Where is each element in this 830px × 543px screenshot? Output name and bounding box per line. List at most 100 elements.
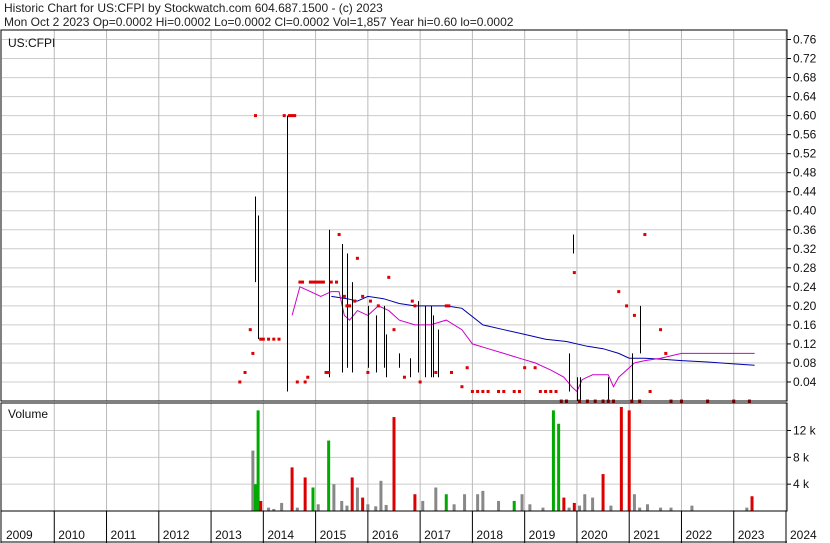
x-tick-label: 2014	[267, 528, 294, 542]
volume-bar	[512, 500, 516, 511]
x-tick-label: 2009	[6, 528, 33, 542]
volume-bar	[340, 500, 344, 511]
price-point	[319, 280, 323, 284]
x-tick-label: 2024	[790, 528, 817, 542]
price-point	[460, 385, 464, 389]
price-point	[549, 389, 553, 393]
price-y-tick-label: 0.60	[793, 109, 817, 123]
x-tick-label: 2016	[372, 528, 399, 542]
volume-bar	[413, 494, 417, 511]
price-panel-grid	[2, 39, 791, 383]
price-point	[368, 299, 372, 303]
price-point	[418, 380, 422, 384]
price-point	[625, 304, 629, 308]
x-tick-label: 2019	[529, 528, 556, 542]
price-point	[290, 114, 294, 118]
volume-bar	[578, 505, 582, 511]
price-point	[345, 304, 349, 308]
x-tick-label: 2020	[581, 528, 608, 542]
volume-bar	[583, 494, 587, 511]
volume-bar	[481, 490, 485, 511]
price-point	[327, 370, 331, 374]
price-point	[337, 233, 341, 237]
x-tick-label: 2018	[476, 528, 503, 542]
price-point	[272, 337, 276, 341]
price-point	[410, 299, 414, 303]
price-point	[392, 328, 396, 332]
volume-bar	[669, 507, 673, 511]
volume-bar	[444, 494, 448, 511]
price-point	[293, 114, 297, 118]
price-point	[470, 389, 474, 393]
volume-bar	[267, 507, 271, 511]
volume-bar	[350, 477, 354, 511]
volume-bar	[497, 500, 501, 511]
volume-bar	[627, 410, 631, 511]
volume-bar	[361, 497, 365, 511]
price-point	[486, 389, 490, 393]
volume-bar	[659, 507, 663, 511]
volume-bar	[311, 487, 315, 511]
volume-bar	[303, 477, 307, 511]
volume-bar	[332, 484, 336, 511]
volume-bar	[392, 417, 396, 511]
price-point	[335, 280, 339, 284]
price-y-tick-label: 0.52	[793, 147, 817, 161]
volume-bar	[520, 494, 524, 511]
price-point	[314, 280, 318, 284]
volume-bar	[259, 500, 263, 511]
price-y-tick-label: 0.28	[793, 261, 817, 275]
volume-bar	[421, 500, 425, 511]
price-point	[523, 366, 527, 370]
volume-bar	[316, 504, 320, 511]
price-point	[648, 389, 652, 393]
price-y-tick-label: 0.48	[793, 166, 817, 180]
volume-bar	[557, 423, 561, 511]
volume-bar	[374, 506, 378, 511]
volume-bar	[327, 440, 331, 511]
price-y-tick-label: 0.12	[793, 337, 817, 351]
price-point	[502, 389, 506, 393]
volume-y-tick-label: 4 k	[793, 477, 810, 491]
price-point	[321, 280, 325, 284]
price-point	[572, 271, 576, 275]
price-point	[387, 275, 391, 279]
x-tick-label: 2010	[58, 528, 85, 542]
volume-bar	[355, 487, 359, 511]
price-point	[659, 328, 663, 332]
volume-bar	[295, 507, 299, 511]
volume-bar	[476, 494, 480, 511]
volume-bar	[379, 480, 383, 511]
price-y-tick-label: 0.72	[793, 52, 817, 66]
volume-bar	[745, 507, 749, 511]
price-point	[324, 370, 328, 374]
price-point	[248, 328, 252, 332]
price-y-tick-label: 0.08	[793, 356, 817, 370]
price-point	[251, 351, 255, 355]
volume-bar	[591, 497, 595, 511]
volume-bar	[528, 504, 532, 511]
price-point	[243, 370, 247, 374]
volume-panel-grid	[2, 429, 791, 485]
price-y-tick-label: 0.24	[793, 280, 817, 294]
price-y-tick-label: 0.56	[793, 128, 817, 142]
price-y-tick-label: 0.16	[793, 318, 817, 332]
price-point	[355, 256, 359, 260]
x-tick-label: 2017	[424, 528, 451, 542]
volume-bar	[280, 502, 284, 511]
price-point	[544, 389, 548, 393]
price-point	[533, 366, 537, 370]
short-moving-average-line	[291, 286, 755, 393]
volume-panel-title: Volume	[8, 407, 48, 421]
price-point	[643, 233, 647, 237]
volume-bar	[434, 487, 438, 511]
x-tick-label: 2023	[738, 528, 765, 542]
price-y-tick-label: 0.64	[793, 90, 817, 104]
volume-bar	[541, 507, 545, 511]
price-point	[342, 294, 346, 298]
price-point	[306, 375, 310, 379]
price-y-tick-label: 0.44	[793, 185, 817, 199]
price-point	[311, 280, 315, 284]
volume-bar	[366, 504, 370, 511]
volume-bar	[463, 494, 467, 511]
